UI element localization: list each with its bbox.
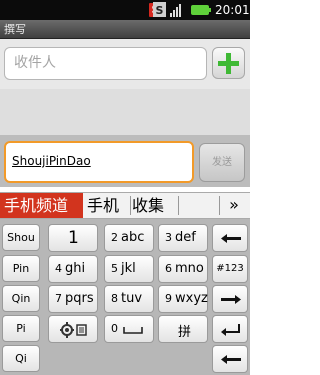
signal-icon xyxy=(170,4,181,17)
candidate-divider xyxy=(219,196,220,215)
candidate-item[interactable]: 收集 xyxy=(132,193,174,218)
send-button[interactable]: 发送 xyxy=(199,143,245,182)
arrow-left-button[interactable] xyxy=(212,345,248,373)
svg-text:S: S xyxy=(156,4,164,17)
candidate-item[interactable]: 手机频道 xyxy=(0,193,83,218)
key-4[interactable]: 4 ghi xyxy=(48,255,98,283)
settings-key[interactable] xyxy=(48,315,98,343)
gear-icon xyxy=(60,322,87,338)
status-time: 20:01 xyxy=(215,3,250,17)
arrow-right-button[interactable] xyxy=(212,285,248,313)
pinyin-option[interactable]: Qin xyxy=(2,285,40,312)
key-8[interactable]: 8 tuv xyxy=(104,285,154,313)
key-3[interactable]: 3 def xyxy=(158,224,208,252)
pinyin-mode-key[interactable]: 拼 xyxy=(158,315,208,343)
key-9[interactable]: 9 wxyz xyxy=(158,285,208,313)
pinyin-option[interactable]: Shou xyxy=(2,224,40,251)
enter-button[interactable] xyxy=(212,315,248,343)
space-icon xyxy=(123,327,143,334)
key-5[interactable]: 5 jkl xyxy=(104,255,154,283)
key-6[interactable]: 6 mno xyxy=(158,255,208,283)
arrow-right-icon xyxy=(221,295,241,304)
pinyin-option[interactable]: Pin xyxy=(2,255,40,282)
message-list-area xyxy=(0,89,250,135)
candidate-divider xyxy=(178,196,179,215)
compose-text: ShoujiPinDao xyxy=(12,154,91,168)
enter-icon xyxy=(221,324,240,336)
key-1[interactable]: 1 xyxy=(48,224,98,252)
key-2[interactable]: 2 abc xyxy=(104,224,154,252)
arrow-left-icon xyxy=(221,355,241,364)
key-7[interactable]: 7 pqrs xyxy=(48,285,98,313)
key-0-space[interactable]: 0 xyxy=(104,315,154,343)
plus-icon xyxy=(218,53,239,74)
notification-s2-icon: S xyxy=(153,2,166,17)
pinyin-option[interactable]: Qi xyxy=(2,345,40,372)
battery-icon xyxy=(191,5,211,15)
backspace-icon xyxy=(221,234,241,243)
add-recipient-button[interactable] xyxy=(212,47,245,79)
backspace-button[interactable] xyxy=(212,224,248,252)
candidate-item[interactable]: 手机 xyxy=(87,193,129,218)
pinyin-option[interactable]: Pi xyxy=(2,315,40,342)
keyboard: Shou Pin Qin Pi Qi 1 2 abc 3 def 4 ghi 5 jkl… xyxy=(0,219,250,375)
recipient-input[interactable]: 收件人 xyxy=(4,47,207,80)
status-bar: S S 20:01 xyxy=(0,0,250,20)
candidate-bar: 手机频道 手机 收集 » xyxy=(0,192,250,219)
page-title: 撰写 xyxy=(0,20,250,39)
more-candidates-icon[interactable]: » xyxy=(221,193,247,218)
symbol-mode-button[interactable]: #123 xyxy=(212,255,248,283)
candidate-divider xyxy=(130,196,131,215)
compose-input[interactable]: ShoujiPinDao xyxy=(4,141,194,183)
